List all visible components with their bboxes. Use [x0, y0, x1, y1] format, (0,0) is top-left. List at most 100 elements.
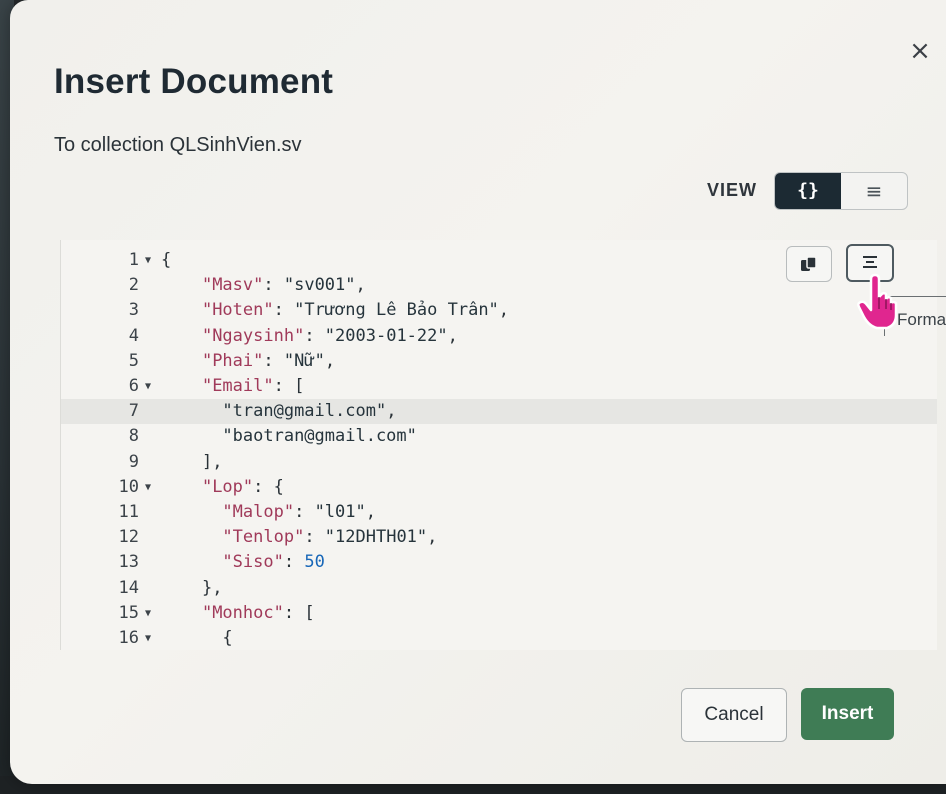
code-token: "Email": [201, 376, 274, 396]
code-token: ,: [386, 401, 397, 422]
code-line[interactable]: 5 "Phai": "Nữ",: [61, 349, 937, 374]
code-line[interactable]: 14 },: [61, 576, 937, 601]
code-text: "Tenlop": "12DHTH01",: [161, 525, 437, 550]
code-token: :: [273, 300, 295, 321]
code-line[interactable]: 16 ▼ {: [61, 626, 937, 650]
line-number: 12: [118, 527, 139, 548]
code-line[interactable]: 11 "Malop": "l01",: [61, 500, 937, 525]
code-line[interactable]: 10 ▼ "Lop": {: [61, 475, 937, 500]
line-number: 6: [128, 376, 139, 396]
line-number: 16: [118, 628, 139, 648]
cancel-button[interactable]: Cancel: [681, 688, 787, 742]
code-token: "l01": [314, 502, 366, 522]
code-line[interactable]: 12 "Tenlop": "12DHTH01",: [61, 525, 937, 550]
code-token: "Lop": [201, 476, 254, 497]
line-number: 1: [128, 250, 139, 270]
code-text: "Phai": "Nữ",: [161, 349, 335, 374]
code-token: "2003-01-22": [324, 325, 448, 346]
code-text: "Masv": "sv001",: [161, 273, 366, 298]
code-line[interactable]: 6 ▼ "Email": [: [61, 374, 937, 399]
line-number: 8: [128, 426, 139, 447]
insert-button[interactable]: Insert: [801, 688, 894, 740]
code-token: ,: [447, 325, 458, 346]
code-token: :: [304, 325, 325, 346]
copy-icon: [801, 256, 817, 271]
json-editor[interactable]: 1 ▼{2 "Masv": "sv001", 3 "Hoten": "Trương …: [60, 240, 937, 650]
code-token: "Masv": [201, 275, 264, 296]
format-tooltip: Forma: [897, 310, 946, 329]
hand-cursor-icon: [857, 273, 898, 330]
code-token: ,: [427, 527, 438, 548]
code-token: : {: [253, 476, 284, 497]
code-text: "baotran@gmail.com": [161, 424, 416, 449]
fold-caret-icon[interactable]: ▼: [145, 374, 151, 399]
code-text: "Malop": "l01",: [161, 500, 376, 525]
code-token: :: [283, 552, 305, 573]
json-view-button[interactable]: {}: [775, 173, 841, 209]
code-text: "Ngaysinh": "2003-01-22",: [161, 324, 458, 349]
line-number: 11: [118, 502, 139, 522]
close-icon[interactable]: ×: [906, 36, 934, 66]
line-number: 13: [118, 552, 139, 573]
line-number: 14: [118, 577, 139, 598]
code-token: "Monhoc": [201, 602, 284, 623]
code-line[interactable]: 15 ▼ "Monhoc": [: [61, 601, 937, 626]
list-view-button[interactable]: ≡: [841, 173, 907, 209]
code-token: "Malop": [222, 502, 295, 522]
fold-caret-icon[interactable]: ▼: [145, 475, 151, 500]
code-token: "tran@gmail.com": [222, 401, 387, 422]
code-text: "Email": [: [161, 374, 304, 399]
code-token: "Hoten": [201, 300, 274, 321]
format-icon: [863, 256, 877, 268]
code-text: {: [161, 626, 232, 650]
code-text: {: [161, 248, 171, 273]
code-token: "Nữ": [283, 350, 325, 371]
code-text: "tran@gmail.com",: [161, 399, 396, 424]
copy-button[interactable]: [786, 246, 832, 282]
code-line[interactable]: 8 "baotran@gmail.com": [61, 424, 937, 449]
code-line[interactable]: 4 "Ngaysinh": "2003-01-22",: [61, 324, 937, 349]
view-toggle: {} ≡: [774, 172, 908, 210]
fold-caret-icon[interactable]: ▼: [145, 626, 151, 650]
code-token: ,: [498, 300, 510, 321]
code-token: "Trương Lê Bảo Trân": [294, 300, 499, 321]
code-line[interactable]: 7 "tran@gmail.com",: [61, 399, 937, 425]
code-text: },: [161, 576, 222, 601]
line-number: 3: [128, 300, 139, 321]
code-text: "Lop": {: [161, 475, 284, 500]
line-number: 2: [128, 275, 139, 296]
code-text: "Siso": 50: [161, 550, 325, 575]
fold-caret-icon[interactable]: ▼: [145, 601, 151, 626]
code-token: :: [263, 350, 284, 371]
code-line[interactable]: 9 ],: [61, 450, 937, 475]
code-token: 50: [304, 552, 325, 573]
code-token: :: [294, 502, 315, 522]
code-token: "Phai": [201, 350, 264, 371]
line-number: 5: [128, 350, 139, 371]
fold-caret-icon[interactable]: ▼: [145, 248, 151, 273]
code-token: "Ngaysinh": [201, 325, 305, 346]
code-line[interactable]: 3 "Hoten": "Trương Lê Bảo Trân",: [61, 298, 937, 323]
code-token: },: [201, 577, 223, 598]
code-token: :: [304, 527, 325, 548]
code-line[interactable]: 13 "Siso": 50: [61, 550, 937, 575]
code-token: ,: [365, 502, 376, 522]
line-number: 15: [118, 602, 139, 623]
code-token: : [: [273, 376, 305, 396]
line-number: 10: [118, 476, 139, 497]
line-number: 9: [128, 451, 139, 472]
code-text: "Monhoc": [: [161, 601, 315, 626]
